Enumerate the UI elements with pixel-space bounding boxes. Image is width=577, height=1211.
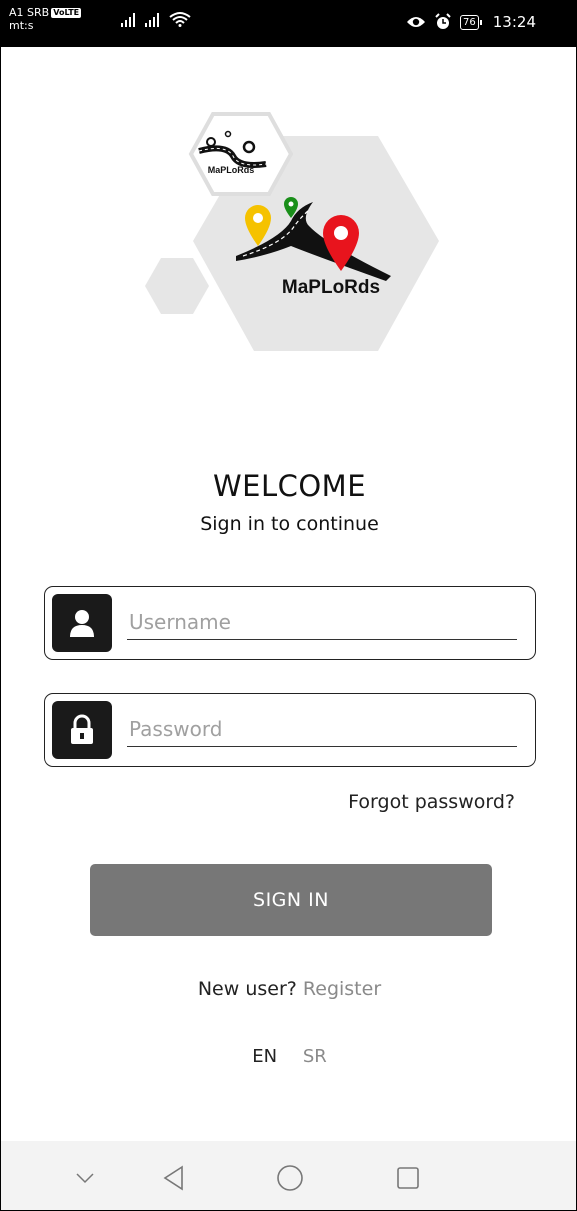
carrier-sub: mt:s <box>9 19 34 32</box>
forgot-password-link[interactable]: Forgot password? <box>348 791 515 813</box>
welcome-title: WELCOME <box>212 469 367 503</box>
carrier-info: A1 SRB VoLTE mt:s <box>9 6 82 32</box>
signal-icon-2 <box>145 13 159 27</box>
maplords-logo: MaPLoRds MaPLoRds <box>145 112 439 351</box>
signal-icon <box>121 13 135 27</box>
recents-icon[interactable] <box>391 1161 425 1195</box>
language-switcher: EN SR <box>1 1046 576 1067</box>
user-icon <box>52 594 112 652</box>
status-bar: A1 SRB VoLTE mt:s 76 13:24 <box>1 1 576 47</box>
language-en[interactable]: EN <box>252 1046 277 1067</box>
logo-text-large: MaPLoRds <box>282 277 380 298</box>
password-field[interactable] <box>44 693 536 767</box>
carrier-name: A1 SRB <box>9 6 50 19</box>
signal-indicators <box>121 11 191 27</box>
register-prompt: New user? Register <box>1 978 576 1000</box>
language-sr[interactable]: SR <box>303 1046 327 1067</box>
volte-badge: VoLTE <box>51 8 82 18</box>
clock: 13:24 <box>492 13 536 31</box>
password-input[interactable] <box>127 712 517 747</box>
register-link[interactable]: Register <box>303 978 381 1000</box>
eye-icon <box>407 17 426 27</box>
home-icon[interactable] <box>273 1161 307 1195</box>
new-user-text: New user? <box>197 978 297 1000</box>
sign-in-button[interactable]: SIGN IN <box>90 864 492 936</box>
battery-indicator: 76 <box>460 14 482 30</box>
welcome-subtitle: Sign in to continue <box>200 513 379 535</box>
back-icon[interactable] <box>156 1161 190 1195</box>
username-input[interactable] <box>127 605 517 640</box>
alarm-icon <box>435 13 451 29</box>
status-right: 76 13:24 <box>406 13 536 31</box>
lock-icon <box>52 701 112 759</box>
logo-text-small: MaPLoRds <box>208 165 255 175</box>
chevron-down-icon[interactable] <box>68 1161 102 1195</box>
system-nav-bar <box>1 1141 576 1210</box>
phone-screen: A1 SRB VoLTE mt:s 76 13:24 MaPLoRds MaPL… <box>0 0 577 1211</box>
wifi-icon <box>169 12 191 27</box>
username-field[interactable] <box>44 586 536 660</box>
